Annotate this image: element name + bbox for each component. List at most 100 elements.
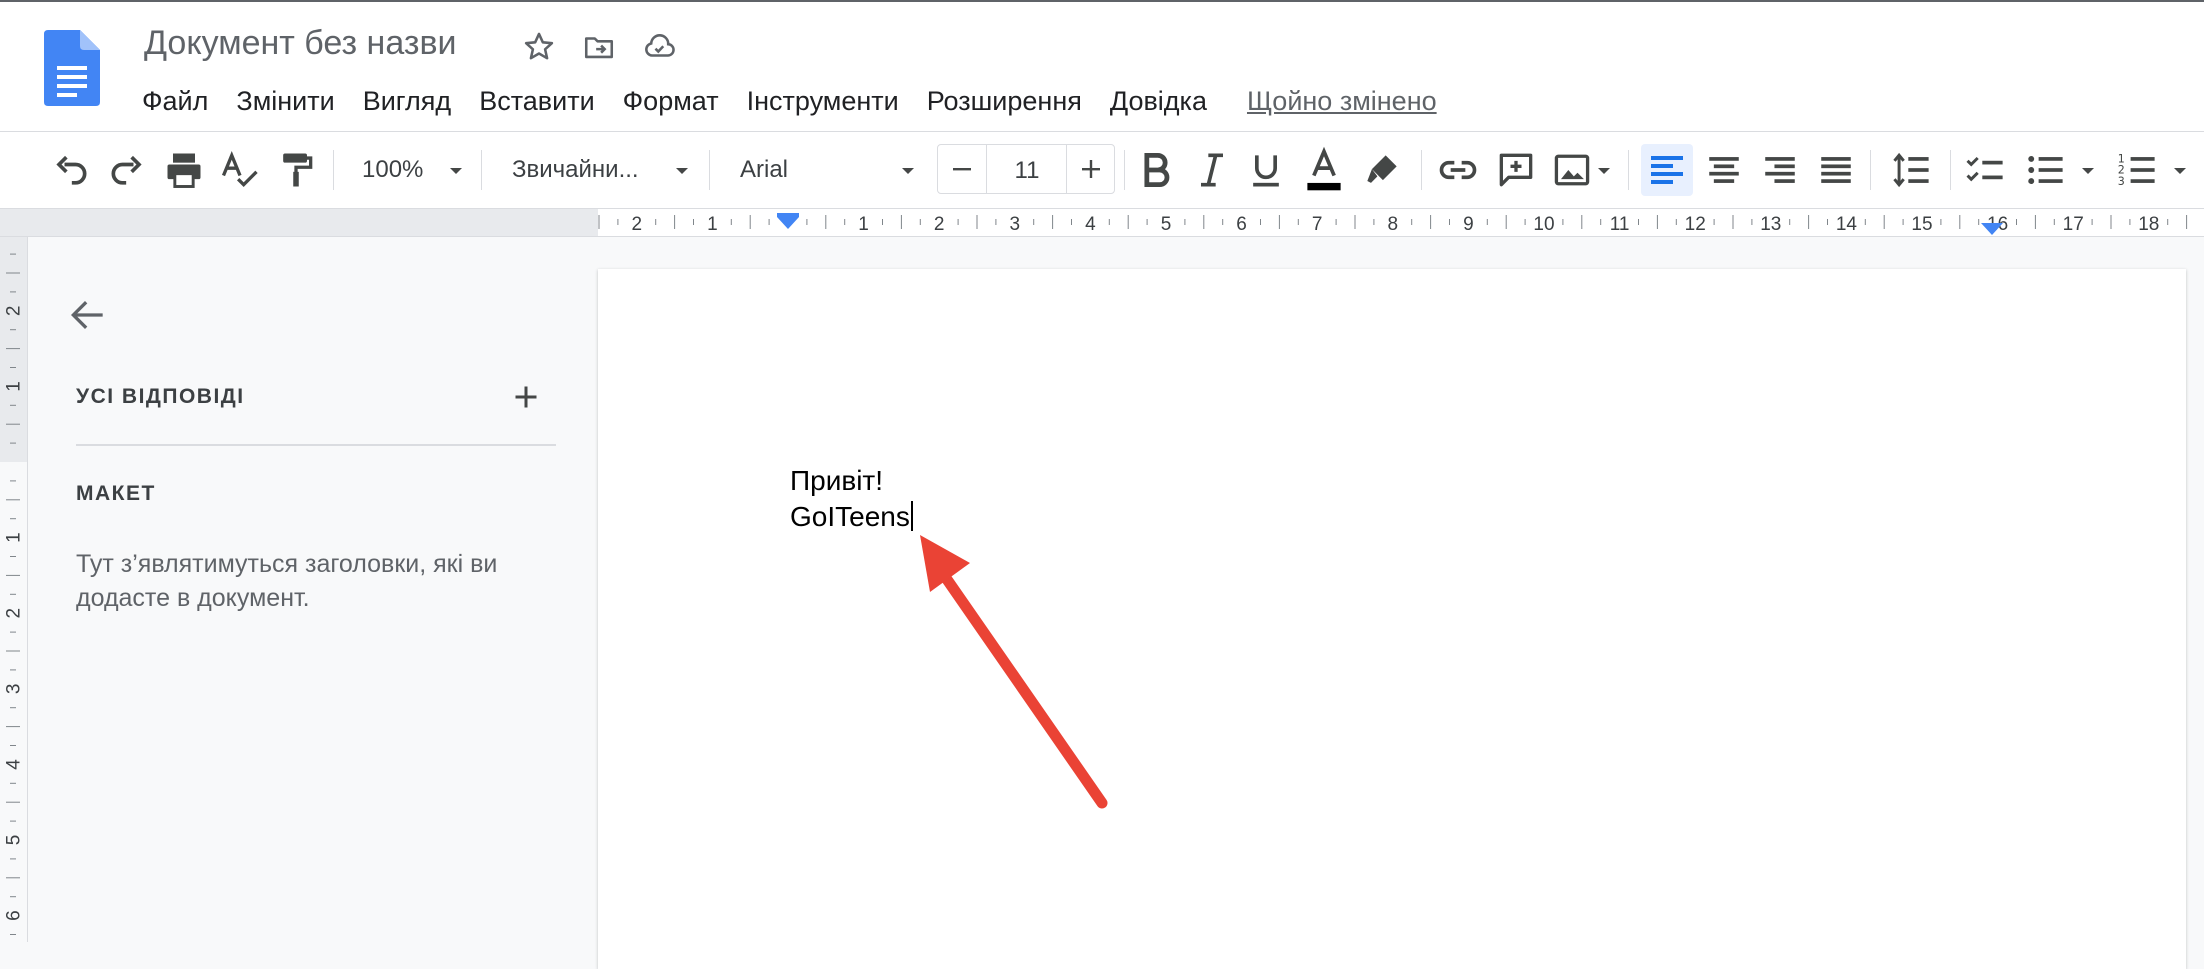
toolbar-divider bbox=[709, 150, 710, 190]
menu-file[interactable]: Файл bbox=[142, 86, 208, 117]
summary-section-label: УСІ ВІДПОВІДІ bbox=[76, 385, 245, 408]
decrease-font-size-icon[interactable] bbox=[938, 145, 986, 193]
text-color-icon[interactable] bbox=[1300, 144, 1348, 196]
ruler-label: 3 bbox=[4, 684, 25, 695]
ruler-label: 9 bbox=[1463, 214, 1474, 235]
horizontal-ruler[interactable]: 21123456789101112131415161718 bbox=[0, 209, 2204, 237]
style-dropdown-icon[interactable] bbox=[670, 144, 694, 196]
ruler-label: 6 bbox=[1236, 214, 1247, 235]
ruler-label: 7 bbox=[1312, 214, 1323, 235]
ruler-label: 18 bbox=[2138, 214, 2159, 235]
line-spacing-icon[interactable] bbox=[1888, 144, 1936, 196]
italic-icon[interactable] bbox=[1190, 144, 1234, 196]
ruler-label: 5 bbox=[4, 835, 25, 846]
numbered-list-dropdown-icon[interactable] bbox=[2168, 144, 2192, 196]
font-size-input[interactable]: 11 bbox=[988, 157, 1066, 185]
toolbar: 100% Звичайни... Arial 11 1 2 3 bbox=[0, 131, 2204, 209]
menu-tools[interactable]: Інструменти bbox=[747, 86, 899, 117]
zoom-dropdown-icon[interactable] bbox=[444, 144, 468, 196]
menu-edit[interactable]: Змінити bbox=[236, 86, 334, 117]
document-outline-panel: УСІ ВІДПОВІДІ МАКЕТ Тут з’являтимуться з… bbox=[28, 237, 588, 942]
font-family-select[interactable]: Arial bbox=[740, 156, 788, 184]
increase-font-size-icon[interactable] bbox=[1067, 145, 1115, 193]
ruler-label: 15 bbox=[1911, 214, 1932, 235]
bulleted-list-icon[interactable] bbox=[2022, 144, 2070, 196]
paragraph-style-select[interactable]: Звичайни... bbox=[512, 156, 639, 184]
move-folder-icon[interactable] bbox=[582, 30, 616, 64]
image-dropdown-icon[interactable] bbox=[1592, 144, 1616, 196]
menu-bar: Файл Змінити Вигляд Вставити Формат Інст… bbox=[142, 82, 1437, 120]
print-icon[interactable] bbox=[162, 144, 206, 196]
annotation-arrow bbox=[920, 535, 1108, 809]
last-edit-link[interactable]: Щойно змінено bbox=[1247, 86, 1437, 117]
ruler-label: 8 bbox=[1388, 214, 1399, 235]
star-icon[interactable] bbox=[522, 30, 556, 64]
ruler-label: 6 bbox=[4, 910, 25, 921]
back-arrow-icon[interactable] bbox=[66, 293, 110, 337]
ruler-label: 1 bbox=[707, 214, 718, 235]
cloud-saved-icon[interactable] bbox=[642, 30, 676, 64]
zoom-select[interactable]: 100% bbox=[362, 156, 423, 184]
stepper-divider bbox=[986, 145, 987, 193]
bold-icon[interactable] bbox=[1134, 144, 1178, 196]
ruler-label: 11 bbox=[1610, 214, 1630, 235]
justify-icon[interactable] bbox=[1812, 144, 1860, 196]
underline-icon[interactable] bbox=[1244, 144, 1288, 196]
redo-icon[interactable] bbox=[106, 144, 150, 196]
align-right-icon[interactable] bbox=[1756, 144, 1804, 196]
undo-icon[interactable] bbox=[48, 144, 92, 196]
ruler-label: 14 bbox=[1836, 214, 1858, 235]
ruler-label: 5 bbox=[1161, 214, 1172, 235]
font-dropdown-icon[interactable] bbox=[896, 144, 920, 196]
bulleted-list-dropdown-icon[interactable] bbox=[2076, 144, 2100, 196]
docs-logo-icon[interactable] bbox=[44, 30, 100, 106]
checklist-icon[interactable] bbox=[1962, 144, 2010, 196]
add-summary-icon[interactable] bbox=[508, 379, 544, 415]
ruler-label: 4 bbox=[4, 759, 25, 770]
menu-insert[interactable]: Вставити bbox=[479, 86, 594, 117]
toolbar-divider bbox=[1628, 150, 1629, 190]
toolbar-divider bbox=[1124, 150, 1125, 190]
svg-text:3: 3 bbox=[2118, 175, 2125, 188]
outline-section-label: МАКЕТ bbox=[76, 482, 156, 505]
ruler-label: 1 bbox=[4, 532, 25, 543]
paint-format-icon[interactable] bbox=[274, 144, 318, 196]
ruler-label: 2 bbox=[934, 214, 945, 235]
ruler-label: 1 bbox=[858, 214, 869, 235]
ruler-label: 1 bbox=[4, 381, 25, 392]
first-line-indent-marker-icon[interactable] bbox=[777, 213, 799, 217]
document-title[interactable]: Документ без назви bbox=[144, 24, 457, 63]
ruler-label: 10 bbox=[1533, 214, 1554, 235]
insert-link-icon[interactable] bbox=[1436, 144, 1480, 196]
toolbar-divider bbox=[1421, 150, 1422, 190]
ruler-label: 2 bbox=[632, 214, 643, 235]
toolbar-divider bbox=[1950, 150, 1951, 190]
document-line[interactable]: Привіт! bbox=[790, 465, 883, 497]
menu-extensions[interactable]: Розширення bbox=[927, 86, 1082, 117]
toolbar-divider bbox=[481, 150, 482, 190]
ruler-label: 13 bbox=[1760, 214, 1781, 235]
ruler-label: 12 bbox=[1685, 214, 1706, 235]
menu-help[interactable]: Довідка bbox=[1110, 86, 1207, 117]
insert-image-icon[interactable] bbox=[1550, 144, 1594, 196]
spellcheck-icon[interactable] bbox=[218, 144, 262, 196]
font-size-stepper: 11 bbox=[937, 144, 1115, 194]
document-page[interactable]: Привіт! GoITeens bbox=[598, 269, 2186, 969]
ruler-label: 3 bbox=[1010, 214, 1021, 235]
header-bar: Документ без назви Файл Змінити Вигляд В… bbox=[0, 0, 2204, 131]
align-left-button[interactable] bbox=[1641, 144, 1693, 196]
ruler-label: 2 bbox=[4, 306, 25, 317]
outline-divider bbox=[76, 444, 556, 446]
highlight-color-icon[interactable] bbox=[1360, 144, 1404, 196]
toolbar-divider bbox=[333, 150, 334, 190]
align-center-icon[interactable] bbox=[1700, 144, 1748, 196]
toolbar-divider bbox=[1870, 150, 1871, 190]
add-comment-icon[interactable] bbox=[1494, 144, 1538, 196]
ruler-label: 4 bbox=[1085, 214, 1096, 235]
menu-format[interactable]: Формат bbox=[623, 86, 719, 117]
numbered-list-icon[interactable]: 123 bbox=[2114, 144, 2162, 196]
menu-view[interactable]: Вигляд bbox=[363, 86, 451, 117]
outline-empty-hint: Тут з’являтимуться заголовки, які ви дод… bbox=[76, 550, 498, 612]
ruler-label: 17 bbox=[2063, 214, 2084, 235]
vertical-ruler[interactable]: 2 1 1 2 3 4 5 6 bbox=[0, 237, 28, 942]
